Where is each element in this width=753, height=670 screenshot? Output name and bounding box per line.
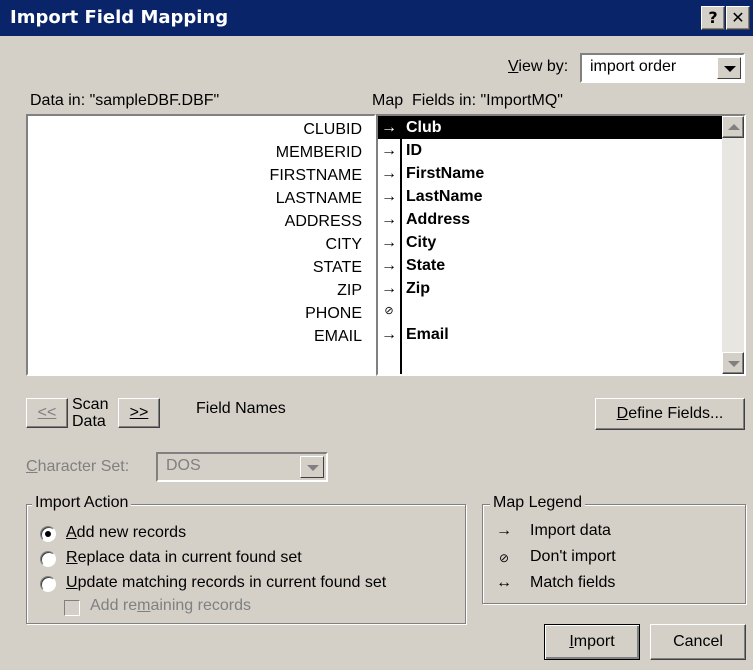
dest-field[interactable]: State — [402, 254, 722, 277]
option-add-new-label[interactable]: Add new records — [66, 524, 186, 542]
source-field[interactable]: CLUBID — [44, 118, 374, 141]
dest-field[interactable]: LastName — [402, 185, 722, 208]
radio-add-new[interactable] — [40, 526, 56, 542]
scan-data-label: Scan Data — [72, 396, 108, 430]
import-arrow-icon[interactable]: → — [379, 139, 399, 162]
dest-field[interactable]: FirstName — [402, 162, 722, 185]
scan-next-label: >> — [129, 404, 149, 421]
scan-label-line1: Scan — [72, 396, 109, 413]
import-data-icon: → — [496, 522, 512, 539]
close-icon: ✕ — [731, 8, 745, 27]
map-header: Map — [372, 92, 404, 109]
window-title: Import Field Mapping — [10, 7, 229, 28]
radio-update[interactable] — [40, 576, 56, 592]
source-field[interactable]: FIRSTNAME — [44, 164, 374, 187]
option-update-label[interactable]: Update matching records in current found… — [66, 574, 386, 592]
scan-label-line2: Data — [72, 413, 106, 430]
arrow-up-icon — [728, 124, 740, 130]
define-fields-button[interactable]: Define Fields... — [595, 398, 745, 430]
source-header: Data in: "sampleDBF.DBF" — [30, 92, 220, 109]
character-set-value: DOS — [166, 457, 201, 474]
import-button[interactable]: Import — [544, 624, 640, 660]
add-remaining-checkbox[interactable] — [64, 600, 80, 616]
source-field[interactable]: ADDRESS — [44, 210, 374, 233]
title-bar: Import Field Mapping ? ✕ — [0, 0, 753, 36]
source-field[interactable]: EMAIL — [44, 325, 374, 348]
map-legend-title: Map Legend — [490, 494, 585, 512]
list-scrollbar[interactable] — [722, 116, 744, 374]
dest-field[interactable]: Zip — [402, 277, 722, 300]
scan-prev-label: << — [37, 404, 57, 421]
import-arrow-icon[interactable]: → — [379, 116, 399, 139]
legend-dont-import-label: Don't import — [530, 548, 616, 565]
add-remaining-label: Add remaining records — [90, 597, 251, 614]
dont-import-icon: ⊘ — [498, 551, 510, 565]
cancel-button[interactable]: Cancel — [650, 624, 746, 660]
dest-field-list[interactable]: → → → → → → → → ⊘ → Club ID FirstName LastName Addres… — [376, 114, 746, 376]
radio-replace[interactable] — [40, 551, 56, 567]
dest-field[interactable]: Email — [402, 323, 722, 346]
option-replace-label[interactable]: Replace data in current found set — [66, 549, 302, 567]
chevron-down-icon[interactable] — [717, 57, 741, 79]
source-field[interactable]: PHONE — [44, 302, 374, 325]
field-names-label: Field Names — [196, 400, 286, 417]
character-set-select[interactable]: DOS — [156, 452, 328, 482]
close-button[interactable]: ✕ — [726, 6, 750, 30]
dest-field[interactable]: Club — [402, 116, 722, 139]
import-arrow-icon[interactable]: → — [379, 231, 399, 254]
view-by-select[interactable]: import order — [580, 53, 745, 83]
dest-field[interactable]: Address — [402, 208, 722, 231]
dest-field[interactable]: City — [402, 231, 722, 254]
dest-header: Fields in: "ImportMQ" — [412, 92, 563, 109]
import-arrow-icon[interactable]: → — [379, 162, 399, 185]
source-field[interactable]: LASTNAME — [44, 187, 374, 210]
source-field[interactable]: STATE — [44, 256, 374, 279]
dont-import-icon[interactable]: ⊘ — [379, 300, 399, 323]
source-field[interactable]: CITY — [44, 233, 374, 256]
source-field-list[interactable]: CLUBID MEMBERID FIRSTNAME LASTNAME ADDRESS CI… — [26, 114, 376, 376]
scan-next-button[interactable]: >> — [118, 398, 160, 428]
import-arrow-icon[interactable]: → — [379, 254, 399, 277]
legend-import-data-label: Import data — [530, 522, 611, 539]
view-by-label: View by: — [508, 58, 569, 75]
import-arrow-icon[interactable]: → — [379, 208, 399, 231]
import-action-title: Import Action — [32, 494, 132, 512]
legend-match-fields-label: Match fields — [530, 574, 616, 591]
arrow-down-icon — [728, 361, 740, 367]
view-by-label-rest: iew by: — [518, 58, 569, 75]
scroll-up-button[interactable] — [722, 116, 744, 138]
character-set-label: Character Set: — [26, 458, 130, 475]
import-arrow-icon[interactable]: → — [379, 185, 399, 208]
dest-field[interactable]: ID — [402, 139, 722, 162]
dest-field[interactable] — [402, 300, 722, 323]
scan-prev-button[interactable]: << — [26, 398, 68, 428]
import-arrow-icon[interactable]: → — [379, 323, 399, 346]
view-by-value: import order — [590, 58, 677, 75]
chevron-down-icon[interactable] — [300, 456, 324, 478]
source-field[interactable]: ZIP — [44, 279, 374, 302]
source-field[interactable]: MEMBERID — [44, 141, 374, 164]
help-button[interactable]: ? — [701, 6, 725, 30]
import-arrow-icon[interactable]: → — [379, 277, 399, 300]
define-fields-label: efine Fields... — [628, 405, 724, 422]
scroll-down-button[interactable] — [722, 352, 744, 374]
match-fields-icon: ↔ — [496, 574, 512, 591]
